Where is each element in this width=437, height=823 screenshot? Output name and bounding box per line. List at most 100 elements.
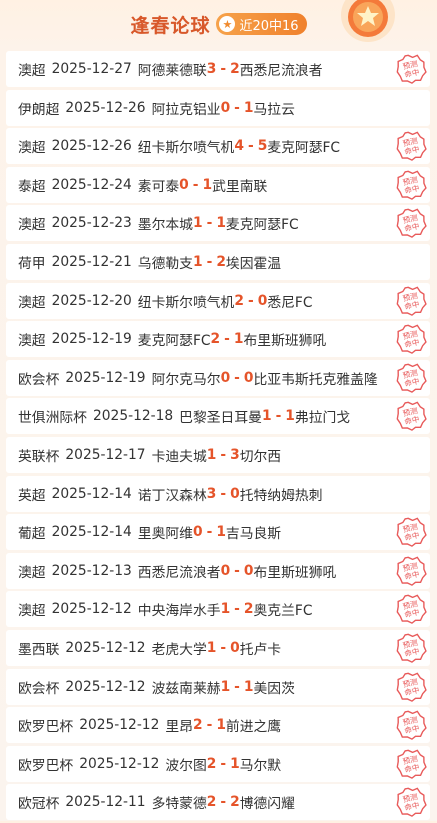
away-score: 1: [285, 408, 295, 425]
match-row[interactable]: 欧罗巴杯 2025-12-12 里昂 2-1 前进之鹰 预测 命中: [6, 707, 430, 744]
away-team: 麦克阿瑟FC: [267, 140, 341, 157]
score-separator: -: [234, 99, 240, 116]
home-score: 2: [234, 292, 244, 309]
home-team: 波尔图: [165, 757, 207, 774]
score-separator: -: [206, 253, 213, 270]
league-label: 澳超: [18, 140, 46, 157]
prediction-hit-stamp-icon: 预测命中: [396, 286, 427, 316]
league-label: 泰超: [18, 178, 46, 195]
away-team: 马拉云: [253, 101, 295, 118]
match-row[interactable]: 英超 2025-12-14 诺丁汉森林 3-0 托特纳姆热刺: [6, 475, 430, 512]
league-label: 澳超: [18, 333, 46, 350]
prediction-hit-stamp-icon: 预测命中: [396, 749, 427, 779]
score-separator: -: [224, 331, 230, 348]
score-separator: -: [206, 524, 213, 541]
match-row[interactable]: 泰超 2025-12-24 素可泰 0-1 武里南联 预测 命中: [6, 166, 430, 203]
match-date: 2025-12-18: [92, 408, 174, 425]
score-separator: -: [234, 601, 240, 618]
prediction-hit-stamp-icon: 预测命中: [396, 208, 427, 239]
score-separator: -: [220, 794, 227, 811]
match-date: 2025-12-12: [65, 678, 146, 695]
league-label: 欧冠杯: [18, 796, 60, 813]
league-label: 葡超: [18, 526, 46, 543]
away-score: 1: [243, 99, 254, 116]
away-score: 0: [230, 485, 240, 502]
away-score: 2: [216, 253, 226, 270]
match-row[interactable]: 澳超 2025-12-26 纽卡斯尔喷气机 4-5 麦克阿瑟FC 预测 命中: [6, 128, 430, 165]
match-row[interactable]: 墨西联 2025-12-12 老虎大学 1-0 托卢卡 预测 命中: [6, 629, 430, 666]
away-score: 1: [202, 176, 213, 193]
away-score: 1: [233, 331, 244, 348]
home-team: 里昂: [165, 719, 193, 736]
home-team: 麦克阿瑟FC: [137, 333, 211, 350]
away-team: 武里南联: [212, 178, 268, 195]
record-badge: ★ 近20中16: [216, 13, 307, 35]
match-date: 2025-12-14: [51, 485, 132, 502]
away-team: 马尔默: [239, 757, 282, 774]
league-label: 欧罗巴杯: [18, 719, 74, 736]
away-score: 3: [230, 446, 240, 463]
match-row[interactable]: 澳超 2025-12-27 阿德莱德联 3-2 西悉尼流浪者 预测 命中: [6, 51, 430, 87]
score-separator: -: [220, 485, 227, 502]
match-row[interactable]: 澳超 2025-12-23 墨尔本城 1-1 麦克阿瑟FC 预测 命中: [6, 205, 430, 242]
match-row[interactable]: 伊朗超 2025-12-26 阿拉克铝业 0-1 马拉云: [6, 89, 430, 126]
prediction-hit-stamp-icon: 预测命中: [396, 54, 427, 84]
match-row[interactable]: 欧冠杯 2025-12-11 多特蒙德 2-2 博德闪耀 预测 命中: [6, 784, 430, 821]
home-score: 2: [192, 717, 203, 734]
home-score: 0: [192, 524, 203, 541]
score-separator: -: [220, 755, 227, 772]
match-row[interactable]: 澳超 2025-12-20 纽卡斯尔喷气机 2-0 悉尼FC 预测 命中: [6, 282, 430, 319]
home-team: 乌德勒支: [137, 255, 193, 272]
away-score: 1: [216, 215, 226, 232]
match-row[interactable]: 澳超 2025-12-19 麦克阿瑟FC 2-1 布里斯班狮吼 预测 命中: [6, 321, 430, 358]
star-icon: ★: [219, 16, 236, 32]
match-date: 2025-12-13: [51, 562, 132, 579]
home-score: 0: [220, 99, 231, 116]
match-row[interactable]: 澳超 2025-12-12 中央海岸水手 1-2 奥克兰FC 预测 命中: [6, 591, 430, 628]
match-row[interactable]: 英联杯 2025-12-17 卡迪夫城 1-3 切尔西: [6, 436, 430, 473]
away-team: 布里斯班狮吼: [253, 564, 337, 581]
league-label: 澳超: [18, 294, 46, 311]
away-team: 埃因霍温: [225, 255, 282, 272]
medal-icon: [341, 0, 395, 42]
away-team: 博德闪耀: [239, 796, 295, 813]
match-row[interactable]: 荷甲 2025-12-21 乌德勒支 1-2 埃因霍温: [6, 243, 430, 280]
match-date: 2025-12-12: [65, 639, 146, 656]
home-team: 纽卡斯尔喷气机: [137, 140, 235, 157]
header: 逢春论球 ★ 近20中16: [0, 0, 437, 48]
home-score: 1: [220, 678, 231, 695]
away-score: 0: [257, 292, 268, 309]
home-score: 4: [234, 138, 244, 155]
match-date: 2025-12-11: [65, 794, 146, 811]
match-date: 2025-12-17: [65, 446, 146, 463]
home-team: 阿尔克马尔: [151, 371, 221, 388]
home-team: 素可泰: [137, 178, 180, 195]
league-label: 英超: [18, 487, 46, 504]
home-score: 1: [206, 446, 217, 463]
match-date: 2025-12-12: [79, 755, 160, 772]
away-team: 吉马良斯: [225, 526, 282, 543]
home-team: 里奥阿维: [137, 526, 193, 543]
league-label: 英联杯: [18, 448, 60, 465]
away-team: 美因茨: [253, 680, 295, 697]
league-label: 世俱洲际杯: [18, 410, 87, 427]
league-label: 荷甲: [18, 255, 46, 272]
match-row[interactable]: 葡超 2025-12-14 里奥阿维 0-1 吉马良斯 预测 命中: [6, 514, 430, 551]
match-row[interactable]: 世俱洲际杯 2025-12-18 巴黎圣日耳曼 1-1 弗拉门戈 预测 命中: [6, 398, 430, 435]
prediction-hit-stamp-icon: 预测命中: [396, 170, 427, 200]
match-row[interactable]: 欧罗巴杯 2025-12-12 波尔图 2-1 马尔默 预测 命中: [6, 745, 430, 782]
home-score: 3: [206, 61, 217, 77]
match-row[interactable]: 欧会杯 2025-12-12 波兹南莱赫 1-1 美因茨 预测 命中: [6, 668, 430, 705]
home-score: 3: [206, 485, 217, 502]
score-separator: -: [206, 215, 213, 232]
match-row[interactable]: 欧会杯 2025-12-19 阿尔克马尔 0-0 比亚韦斯托克雅盖隆 预测 命中: [6, 359, 430, 396]
prediction-hit-stamp-icon: 预测命中: [396, 363, 427, 393]
match-date: 2025-12-19: [51, 331, 132, 348]
league-label: 欧罗巴杯: [18, 757, 74, 774]
prediction-hit-stamp-icon: 预测命中: [396, 594, 427, 625]
match-row[interactable]: 澳超 2025-12-13 西悉尼流浪者 0-0 布里斯班狮吼 预测 命中: [6, 552, 430, 589]
away-score: 1: [216, 717, 226, 734]
prediction-hit-stamp-icon: 预测命中: [396, 517, 427, 548]
away-score: 5: [257, 138, 268, 155]
away-score: 1: [230, 755, 240, 772]
